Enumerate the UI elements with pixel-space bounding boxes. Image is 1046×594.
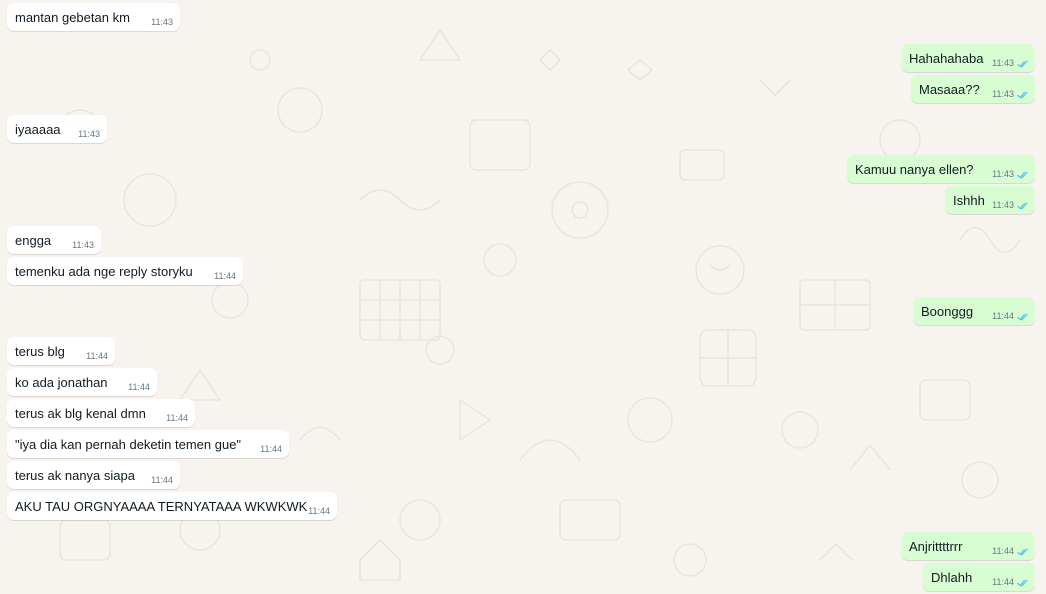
message-text: mantan gebetan km [15, 10, 130, 25]
message-text: terus ak nanya siapa [15, 468, 135, 483]
double-check-icon [1017, 313, 1028, 320]
message-timestamp: 11:44 [992, 311, 1014, 321]
message-text: Hahahahaba [909, 51, 984, 66]
outgoing-message-bubble[interactable]: Ishhh 11:43 [945, 186, 1035, 214]
double-check-icon [1017, 202, 1028, 209]
double-check-icon [1017, 579, 1028, 586]
message-meta: 11:44 [86, 351, 108, 362]
message-text: ko ada jonathan [15, 375, 108, 390]
read-receipt [1017, 313, 1029, 321]
outgoing-message-bubble[interactable]: Boonggg 11:44 [913, 297, 1035, 325]
message-meta: 11:43 [72, 240, 94, 251]
message-timestamp: 11:44 [86, 351, 108, 361]
message-text: temenku ada nge reply storyku [15, 264, 193, 279]
incoming-message-bubble[interactable]: AKU TAU ORGNYAAAA TERNYATAAA WKWKWK 11:44 [7, 492, 337, 520]
message-meta: 11:44 [151, 475, 173, 486]
message-text: Kamuu nanya ellen? [855, 162, 974, 177]
outgoing-message-bubble[interactable]: Kamuu nanya ellen? 11:43 [847, 155, 1035, 183]
read-receipt [1017, 91, 1029, 99]
incoming-message-bubble[interactable]: "iya dia kan pernah deketin temen gue" 11… [7, 430, 289, 458]
message-text: terus blg [15, 344, 65, 359]
message-timestamp: 11:43 [72, 240, 94, 250]
incoming-message-bubble[interactable]: mantan gebetan km 11:43 [7, 3, 180, 31]
double-check-icon [1017, 91, 1028, 98]
message-timestamp: 11:44 [992, 546, 1014, 556]
message-meta: 11:43 [992, 169, 1029, 180]
incoming-message-bubble[interactable]: ko ada jonathan 11:44 [7, 368, 157, 396]
incoming-message-bubble[interactable]: terus ak nanya siapa 11:44 [7, 461, 180, 489]
message-timestamp: 11:43 [992, 89, 1014, 99]
message-timestamp: 11:43 [78, 129, 100, 139]
message-meta: 11:44 [992, 546, 1029, 557]
outgoing-message-bubble[interactable]: Hahahahaba 11:43 [901, 44, 1035, 72]
message-meta: 11:43 [151, 17, 173, 28]
message-meta: 11:44 [992, 577, 1029, 588]
message-timestamp: 11:43 [992, 169, 1014, 179]
outgoing-message-bubble[interactable]: Dhlahh 11:44 [923, 563, 1035, 591]
double-check-icon [1017, 171, 1028, 178]
read-receipt [1017, 579, 1029, 587]
message-timestamp: 11:44 [308, 506, 330, 516]
message-timestamp: 11:43 [151, 17, 173, 27]
message-timestamp: 11:44 [992, 577, 1014, 587]
message-meta: 11:43 [992, 200, 1029, 211]
message-meta: 11:44 [992, 311, 1029, 322]
message-text: Anjrittttrrr [909, 539, 963, 554]
message-meta: 11:44 [308, 506, 330, 517]
message-timestamp: 11:44 [151, 475, 173, 485]
message-timestamp: 11:44 [260, 444, 282, 454]
message-text: Masaaa?? [919, 82, 980, 97]
message-meta: 11:44 [260, 444, 282, 455]
message-timestamp: 11:44 [166, 413, 188, 423]
message-text: iyaaaaa [15, 122, 61, 137]
message-text: engga [15, 233, 52, 248]
message-timestamp: 11:43 [992, 200, 1014, 210]
message-meta: 11:44 [128, 382, 150, 393]
message-timestamp: 11:43 [992, 58, 1014, 68]
message-text: "iya dia kan pernah deketin temen gue" [15, 437, 242, 452]
message-text: terus ak blg kenal dmn [15, 406, 146, 421]
message-text: Boonggg [921, 304, 974, 319]
double-check-icon [1017, 60, 1028, 67]
incoming-message-bubble[interactable]: engga 11:43 [7, 226, 101, 254]
message-meta: 11:43 [992, 89, 1029, 100]
read-receipt [1017, 548, 1029, 556]
message-meta: 11:43 [992, 58, 1029, 69]
outgoing-message-bubble[interactable]: Masaaa?? 11:43 [911, 75, 1035, 103]
message-meta: 11:44 [166, 413, 188, 424]
outgoing-message-bubble[interactable]: Anjrittttrrr 11:44 [901, 532, 1035, 560]
incoming-message-bubble[interactable]: iyaaaaa 11:43 [7, 115, 107, 143]
read-receipt [1017, 202, 1029, 210]
read-receipt [1017, 171, 1029, 179]
double-check-icon [1017, 548, 1028, 555]
message-timestamp: 11:44 [128, 382, 150, 392]
incoming-message-bubble[interactable]: terus blg 11:44 [7, 337, 115, 365]
chat-message-list[interactable]: mantan gebetan km 11:43 Hahahahaba 11:43 Mas… [0, 0, 1046, 594]
incoming-message-bubble[interactable]: terus ak blg kenal dmn 11:44 [7, 399, 195, 427]
message-text: Dhlahh [931, 570, 973, 585]
message-meta: 11:44 [214, 271, 236, 282]
incoming-message-bubble[interactable]: temenku ada nge reply storyku 11:44 [7, 257, 243, 285]
message-text: Ishhh [953, 193, 985, 208]
message-text: AKU TAU ORGNYAAAA TERNYATAAA WKWKWK [15, 499, 308, 514]
read-receipt [1017, 60, 1029, 68]
message-timestamp: 11:44 [214, 271, 236, 281]
message-meta: 11:43 [78, 129, 100, 140]
